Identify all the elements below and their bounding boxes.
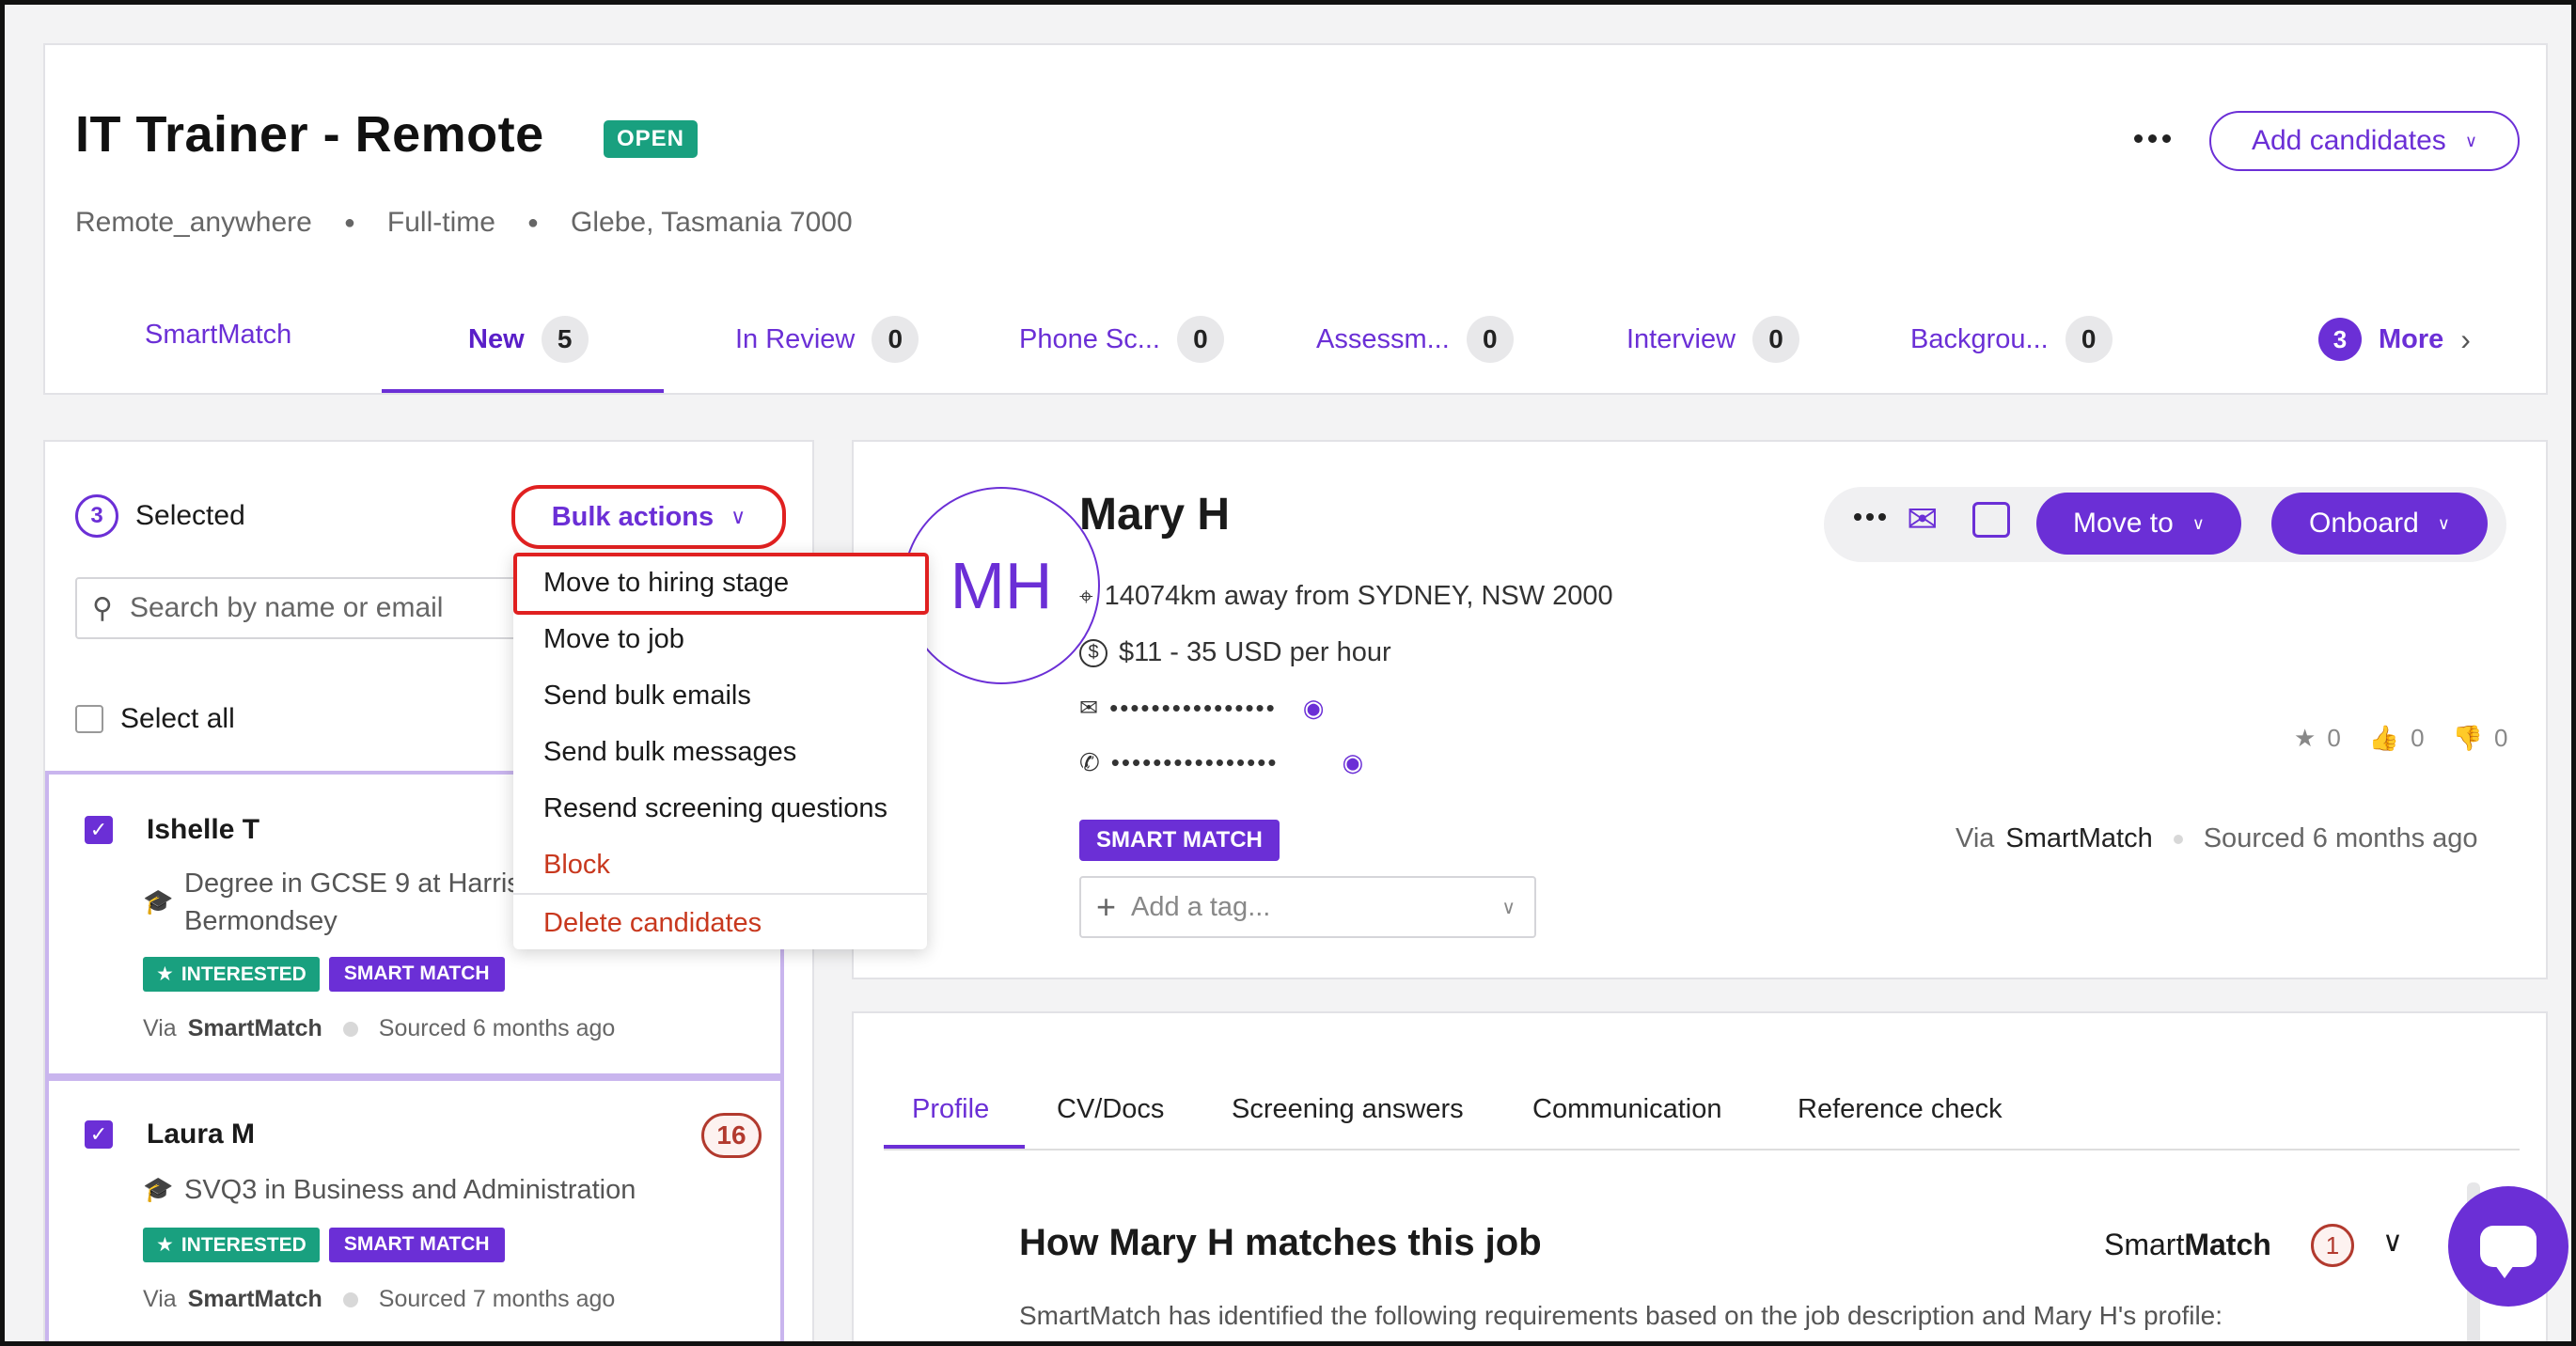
screenshot-frame [0, 0, 2576, 1346]
